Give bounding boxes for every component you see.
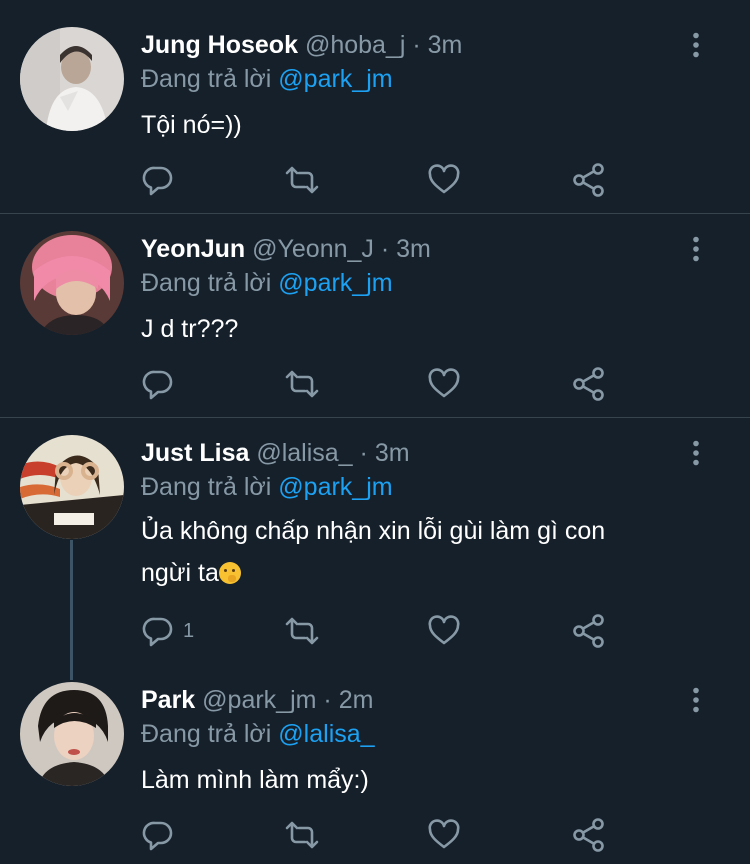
timestamp[interactable]: 3m [396,235,431,263]
reply-icon [141,614,175,648]
avatar-photo-lisa[interactable] [20,435,124,539]
tweet-actions [141,163,621,197]
separator-dot: · [380,235,390,263]
tweet[interactable]: Jung Hoseok @hoba_j · 3m Đang trả lời @p… [0,0,750,213]
like-button[interactable] [427,367,461,401]
tweet-text: Làm mình làm mẩy:) [141,766,369,794]
tweet-text: J d tr??? [141,315,239,343]
share-button[interactable] [572,163,606,197]
tweet[interactable]: Just Lisa @lalisa_ · 3m Đang trả lời @pa… [0,418,750,668]
reply-icon [141,163,175,197]
mention-link[interactable]: @park_jm [278,473,392,501]
reply-button[interactable] [141,367,183,401]
more-options-icon[interactable] [690,440,702,466]
share-icon [572,163,606,197]
separator-dot: · [359,439,368,467]
retweet-button[interactable] [284,367,320,401]
tweet-text: Tội nó=)) [141,111,242,139]
retweet-icon [284,367,320,401]
reply-icon [141,367,175,401]
reply-button[interactable] [141,818,183,852]
more-options-icon[interactable] [690,236,702,262]
tweet[interactable]: YeonJun @Yeonn_J · 3m Đang trả lời @park… [0,214,750,417]
separator-dot: · [323,686,332,714]
retweet-button[interactable] [284,163,320,197]
like-icon [427,818,461,852]
avatar-photo-park[interactable] [20,682,124,786]
replying-to: Đang trả lời @park_jm [141,268,393,298]
share-icon [572,614,606,648]
tweet-text-line: Ủa không chấp nhận xin lỗi gùi làm gì co… [141,517,606,545]
display-name[interactable]: Just Lisa [141,439,249,467]
share-button[interactable] [572,818,606,852]
reply-button[interactable]: 1 [141,614,194,648]
more-options-icon[interactable] [690,687,702,713]
tweet-actions: 1 [141,614,621,648]
display-name[interactable]: Park [141,686,195,714]
user-handle[interactable]: @Yeonn_J [252,235,374,263]
like-button[interactable] [427,818,461,852]
tweet-text: Ủa không chấp nhận xin lỗi gùi làm gì co… [141,510,701,594]
like-icon [427,614,461,648]
reply-count: 1 [183,619,195,642]
retweet-icon [284,614,320,648]
avatar-photo-yeonjun[interactable] [20,231,124,335]
replying-to: Đang trả lời @park_jm [141,64,393,94]
share-icon [572,367,606,401]
replying-to-label: Đang trả lời [141,65,272,93]
share-button[interactable] [572,614,606,648]
tweet-actions [141,818,621,852]
retweet-button[interactable] [284,614,320,648]
reply-button[interactable] [141,163,183,197]
mention-link[interactable]: @park_jm [278,65,392,93]
share-button[interactable] [572,367,606,401]
replying-to-label: Đang trả lời [141,720,272,748]
user-handle[interactable]: @lalisa_ [256,439,352,467]
tweet-actions [141,367,621,401]
replying-to: Đang trả lời @lalisa_ [141,719,375,749]
display-name[interactable]: YeonJun [141,235,245,263]
tweet[interactable]: Park @park_jm · 2m Đang trả lời @lalisa_… [0,668,750,864]
like-button[interactable] [427,163,461,197]
display-name[interactable]: Jung Hoseok [141,31,298,59]
separator-dot: · [412,31,421,59]
mention-link[interactable]: @lalisa_ [278,720,374,748]
like-button[interactable] [427,614,461,648]
user-handle[interactable]: @park_jm [202,686,316,714]
timestamp[interactable]: 3m [375,439,410,467]
timestamp[interactable]: 2m [339,686,374,714]
mention-link[interactable]: @park_jm [278,269,392,297]
tweet-text-line: ngừi ta [141,552,701,594]
user-handle[interactable]: @hoba_j [305,31,405,59]
like-icon [427,367,461,401]
retweet-icon [284,163,320,197]
more-options-icon[interactable] [690,32,702,58]
replying-to: Đang trả lời @park_jm [141,472,393,502]
reply-icon [141,818,175,852]
tweet-text-fragment: ngừi ta [141,559,219,587]
like-icon [427,163,461,197]
timestamp[interactable]: 3m [428,31,463,59]
share-icon [572,818,606,852]
replying-to-label: Đang trả lời [141,473,272,501]
replying-to-label: Đang trả lời [141,269,272,297]
retweet-icon [284,818,320,852]
retweet-button[interactable] [284,818,320,852]
avatar-photo-hoseok[interactable] [20,27,124,131]
face-with-hand-over-mouth-emoji [218,562,241,584]
